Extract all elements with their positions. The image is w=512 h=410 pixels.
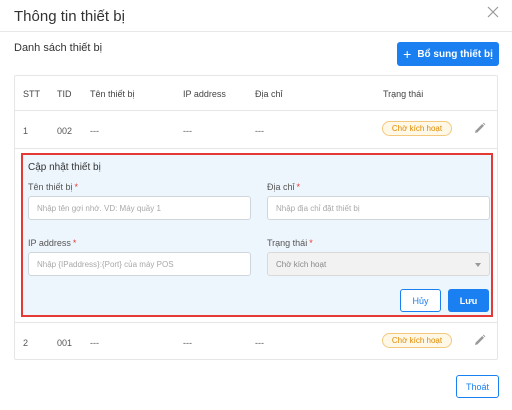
- header-divider: [0, 31, 512, 32]
- row-stt: 1: [23, 126, 29, 136]
- device-list-title: Danh sách thiết bị: [14, 42, 103, 54]
- add-device-button[interactable]: + Bổ sung thiết bị: [397, 42, 499, 66]
- status-select-value: Chờ kích hoạt: [276, 259, 327, 269]
- header-device-name: Tên thiết bị: [90, 89, 135, 99]
- row-device-name: ---: [90, 126, 99, 136]
- device-name-label: Tên thiết bị *: [28, 182, 79, 192]
- header-tid: TID: [57, 89, 72, 99]
- plus-icon: +: [403, 46, 412, 62]
- pencil-icon[interactable]: [472, 121, 487, 136]
- row-tid: 002: [57, 126, 73, 136]
- device-table: STT TID Tên thiết bị IP address Địa chỉ …: [14, 75, 498, 360]
- exit-button[interactable]: Thoát: [456, 375, 499, 398]
- row-ip-address: ---: [183, 338, 192, 348]
- header-ip-address: IP address: [183, 89, 226, 99]
- address-label: Địa chỉ *: [267, 182, 301, 192]
- cancel-button[interactable]: Hủy: [400, 289, 441, 312]
- table-row: 1 002 --- --- --- Chờ kích hoạt: [15, 111, 497, 149]
- row-address: ---: [255, 126, 264, 136]
- row-tid: 001: [57, 338, 73, 348]
- update-device-panel: Cập nhật thiết bị Tên thiết bị* Địa chỉ*…: [21, 153, 493, 317]
- ip-address-input[interactable]: [28, 252, 251, 276]
- table-row: 2 001 --- --- --- Chờ kích hoạt: [15, 322, 497, 360]
- table-header: STT TID Tên thiết bị IP address Địa chỉ …: [15, 76, 497, 111]
- save-button[interactable]: Lưu: [448, 289, 489, 312]
- dialog-title: Thông tin thiết bị: [14, 8, 125, 25]
- row-ip-address: ---: [183, 126, 192, 136]
- row-device-name: ---: [90, 338, 99, 348]
- caret-down-icon: [475, 263, 481, 267]
- header-status: Trạng thái: [383, 89, 424, 99]
- pencil-icon[interactable]: [472, 333, 487, 348]
- add-device-label: Bổ sung thiết bị: [417, 48, 493, 60]
- status-badge: Chờ kích hoạt: [382, 333, 452, 348]
- header-address: Địa chỉ: [255, 89, 283, 99]
- device-name-input[interactable]: [28, 196, 251, 220]
- status-badge: Chờ kích hoạt: [382, 121, 452, 136]
- header-stt: STT: [23, 89, 40, 99]
- status-label: Trạng thái *: [267, 238, 313, 248]
- ip-address-label: IP address *: [28, 238, 77, 248]
- close-icon[interactable]: [487, 6, 501, 20]
- status-select[interactable]: Chờ kích hoạt: [267, 252, 490, 276]
- row-stt: 2: [23, 338, 29, 348]
- row-address: ---: [255, 338, 264, 348]
- update-panel-title: Cập nhật thiết bị: [28, 162, 101, 173]
- address-input[interactable]: [267, 196, 490, 220]
